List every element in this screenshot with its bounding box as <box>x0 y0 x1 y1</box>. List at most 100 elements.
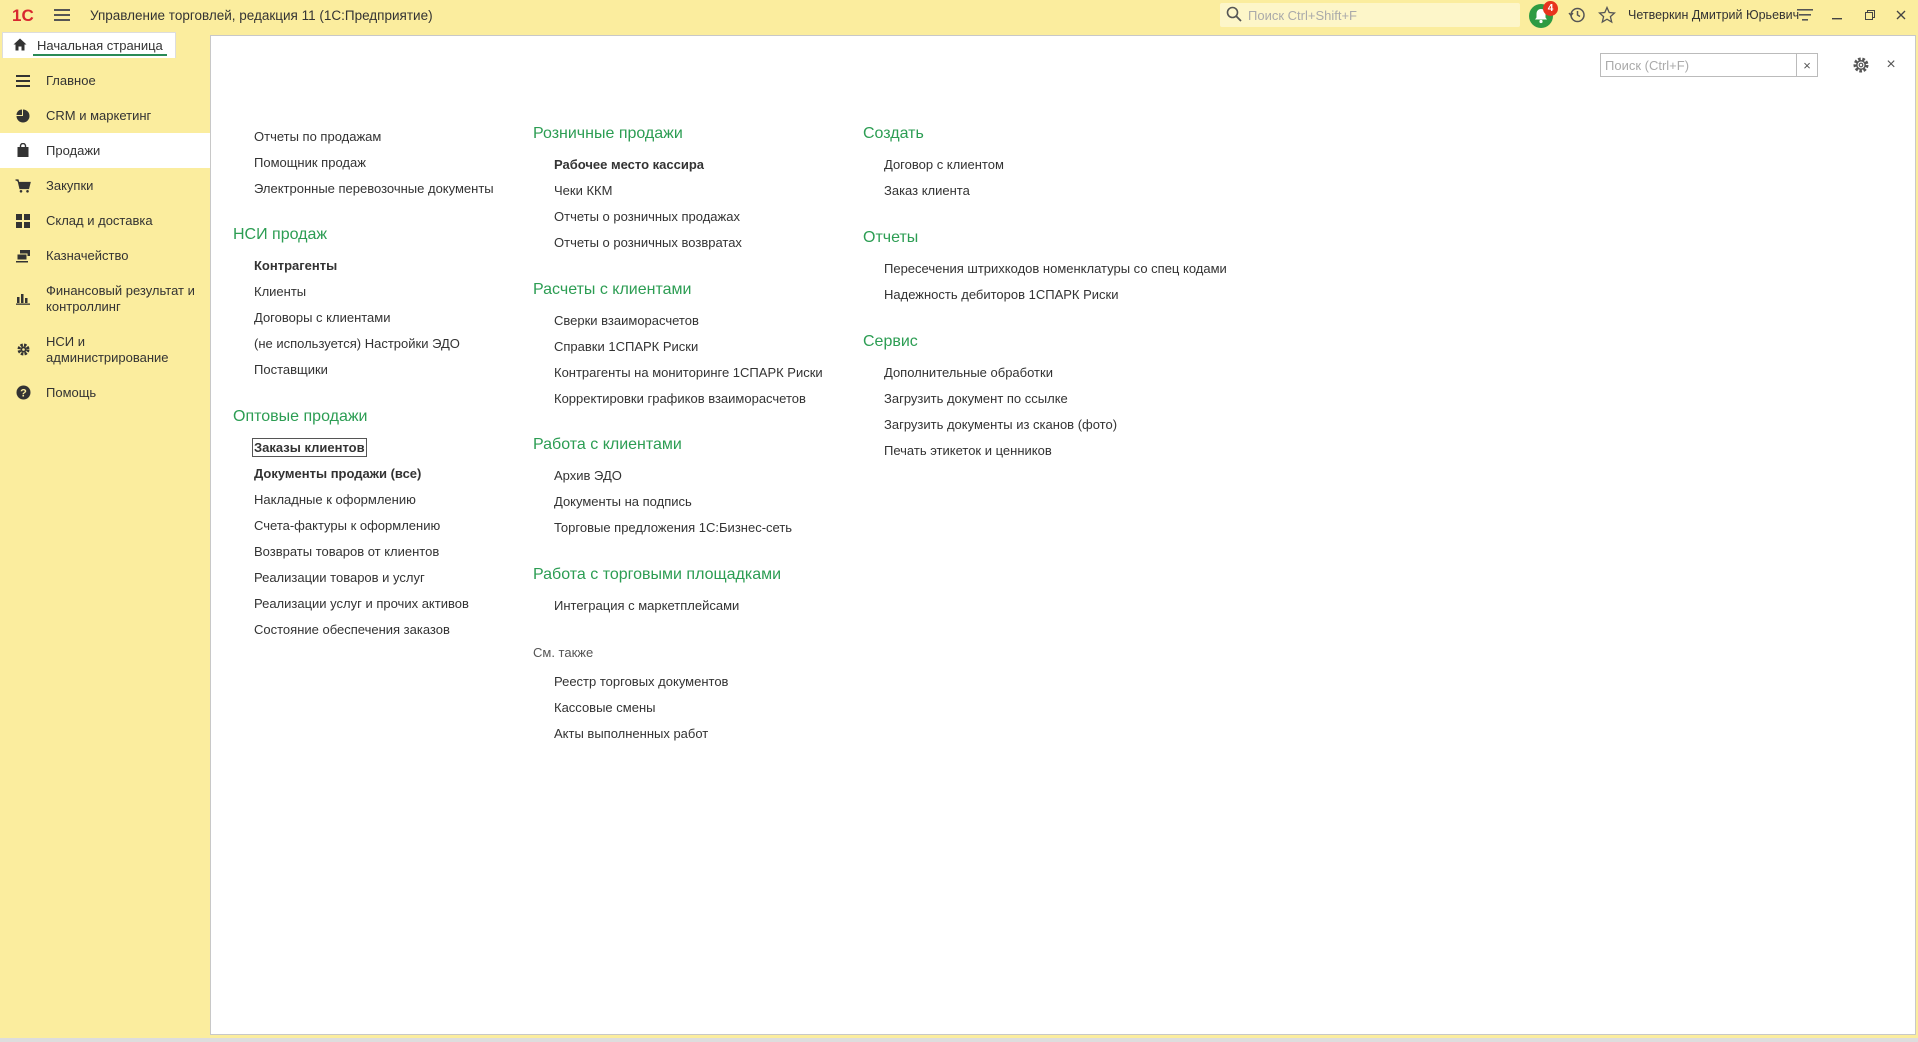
link-sales-assistant[interactable]: Помощник продаж <box>254 155 366 170</box>
link-cash-shifts[interactable]: Кассовые смены <box>554 700 655 715</box>
link-spark-certificates[interactable]: Справки 1СПАРК Риски <box>554 339 698 354</box>
link-goods-sales[interactable]: Реализации товаров и услуг <box>254 570 425 585</box>
link-completion-acts[interactable]: Акты выполненных работ <box>554 726 708 741</box>
link-sales-documents[interactable]: Документы продажи (все) <box>254 466 421 481</box>
home-icon <box>13 38 27 54</box>
menu-icon[interactable] <box>48 0 76 30</box>
sidebar: Главное CRM и маркетинг Продажи Закупки … <box>0 63 210 1042</box>
link-barcode-intersections[interactable]: Пересечения штрихкодов номенклатуры со с… <box>884 261 1227 276</box>
link-reconciliations[interactable]: Сверки взаиморасчетов <box>554 313 699 328</box>
star-icon[interactable] <box>1596 4 1618 26</box>
link-additional-processing[interactable]: Дополнительные обработки <box>884 365 1053 380</box>
sidebar-item-label: Казначейство <box>46 247 129 263</box>
sidebar-item-label: НСИ и администрирование <box>46 333 169 365</box>
link-retail-sales-reports[interactable]: Отчеты о розничных продажах <box>554 209 740 224</box>
restore-icon[interactable] <box>1857 3 1883 27</box>
main-panel: × × Отчеты по продажам Помощник продаж Э… <box>210 35 1916 1035</box>
link-clients[interactable]: Клиенты <box>254 284 306 299</box>
see-also-title: См. также <box>533 645 594 660</box>
panel-search-field[interactable]: × <box>1600 53 1818 77</box>
link-docs-for-signature[interactable]: Документы на подпись <box>554 494 692 509</box>
svg-text:?: ? <box>20 387 27 399</box>
link-counterparties[interactable]: Контрагенты <box>254 258 337 273</box>
help-icon: ? <box>14 384 32 402</box>
link-services-sales[interactable]: Реализации услуг и прочих активов <box>254 596 469 611</box>
link-transport-docs[interactable]: Электронные перевозочные документы <box>254 181 494 196</box>
sidebar-item-crm[interactable]: CRM и маркетинг <box>0 98 210 133</box>
clear-search-button[interactable]: × <box>1796 53 1818 77</box>
svg-text:1С: 1С <box>12 6 34 24</box>
link-client-contracts[interactable]: Договоры с клиентами <box>254 310 390 325</box>
global-search-field[interactable] <box>1220 3 1520 27</box>
panel-search-input[interactable] <box>1601 54 1791 76</box>
minimize-icon[interactable] <box>1824 3 1850 27</box>
link-settlement-schedule-adjustments[interactable]: Корректировки графиков взаиморасчетов <box>554 391 806 406</box>
section-title-reports: Отчеты <box>863 229 919 246</box>
sidebar-item-label: Финансовый результат и контроллинг <box>46 282 195 314</box>
notifications-button[interactable]: 4 <box>1528 1 1558 29</box>
link-cashier-workplace[interactable]: Рабочее место кассира <box>554 157 704 172</box>
link-edo-settings[interactable]: (не используется) Настройки ЭДО <box>254 336 460 351</box>
link-load-doc-by-link[interactable]: Загрузить документ по ссылке <box>884 391 1068 406</box>
search-icon <box>1226 6 1242 25</box>
link-kkm-receipts[interactable]: Чеки ККМ <box>554 183 612 198</box>
section-title-retail: Розничные продажи <box>533 125 683 142</box>
notifications-count-badge: 4 <box>1543 1 1558 16</box>
link-trade-docs-registry[interactable]: Реестр торговых документов <box>554 674 728 689</box>
bag-icon <box>14 142 32 160</box>
link-load-docs-from-scans[interactable]: Загрузить документы из сканов (фото) <box>884 417 1117 432</box>
sidebar-item-label: Склад и доставка <box>46 212 153 228</box>
section-title-nsi: НСИ продаж <box>233 226 328 243</box>
user-name[interactable]: Четверкин Дмитрий Юрьевич <box>1628 8 1799 22</box>
sidebar-item-sales[interactable]: Продажи <box>0 133 210 168</box>
link-returns-from-clients[interactable]: Возвраты товаров от клиентов <box>254 544 439 559</box>
link-debtor-reliability[interactable]: Надежность дебиторов 1СПАРК Риски <box>884 287 1119 302</box>
cart-icon <box>14 177 32 195</box>
link-create-order[interactable]: Заказ клиента <box>884 183 970 198</box>
title-bar: 1С Управление торговлей, редакция 11 (1С… <box>0 0 1918 30</box>
app-title: Управление торговлей, редакция 11 (1С:Пр… <box>90 7 433 23</box>
sidebar-item-admin[interactable]: НСИ и администрирование <box>0 324 210 375</box>
section-title-create: Создать <box>863 125 924 142</box>
link-edo-archive[interactable]: Архив ЭДО <box>554 468 622 483</box>
sidebar-item-treasury[interactable]: Казначейство <box>0 238 210 273</box>
tab-home-label: Начальная страница <box>37 38 163 53</box>
link-sales-reports[interactable]: Отчеты по продажам <box>254 129 381 144</box>
panel-close-button[interactable]: × <box>1881 53 1901 77</box>
lines-icon <box>14 72 32 90</box>
link-client-orders[interactable]: Заказы клиентов <box>252 438 367 457</box>
sidebar-item-label: Помощь <box>46 384 97 400</box>
link-marketplace-integration[interactable]: Интеграция с маркетплейсами <box>554 598 739 613</box>
sidebar-item-finance[interactable]: Финансовый результат и контроллинг <box>0 273 210 324</box>
section-title-settlements: Расчеты с клиентами <box>533 281 692 298</box>
money-icon <box>14 247 32 265</box>
sidebar-item-label: Закупки <box>46 177 94 193</box>
sidebar-item-label: Продажи <box>46 142 101 158</box>
link-order-provision-state[interactable]: Состояние обеспечения заказов <box>254 622 450 637</box>
sidebar-item-help[interactable]: ? Помощь <box>0 375 210 410</box>
close-icon[interactable] <box>1888 3 1914 27</box>
gear-icon <box>14 341 32 359</box>
settings-lines-icon[interactable] <box>1794 4 1816 26</box>
global-search-input[interactable] <box>1248 7 1508 23</box>
grid-icon <box>14 212 32 230</box>
tab-home[interactable]: Начальная страница <box>2 32 176 58</box>
active-tab-underline <box>33 54 167 56</box>
link-suppliers[interactable]: Поставщики <box>254 362 328 377</box>
sidebar-item-main[interactable]: Главное <box>0 63 210 98</box>
link-invoices-pending[interactable]: Накладные к оформлению <box>254 492 416 507</box>
panel-settings-gear-icon[interactable] <box>1851 55 1871 75</box>
bar-chart-icon <box>14 290 32 308</box>
1c-logo-icon[interactable]: 1С <box>10 0 44 30</box>
link-retail-returns-reports[interactable]: Отчеты о розничных возвратах <box>554 235 742 250</box>
sidebar-item-warehouse[interactable]: Склад и доставка <box>0 203 210 238</box>
pie-chart-icon <box>14 107 32 125</box>
link-vat-invoices-pending[interactable]: Счета-фактуры к оформлению <box>254 518 440 533</box>
link-print-labels[interactable]: Печать этикеток и ценников <box>884 443 1052 458</box>
history-icon[interactable] <box>1566 4 1588 26</box>
link-spark-monitoring[interactable]: Контрагенты на мониторинге 1СПАРК Риски <box>554 365 823 380</box>
link-business-network-offers[interactable]: Торговые предложения 1С:Бизнес-сеть <box>554 520 792 535</box>
bottom-status-strip <box>0 1038 1918 1042</box>
sidebar-item-purchases[interactable]: Закупки <box>0 168 210 203</box>
link-create-contract[interactable]: Договор с клиентом <box>884 157 1004 172</box>
